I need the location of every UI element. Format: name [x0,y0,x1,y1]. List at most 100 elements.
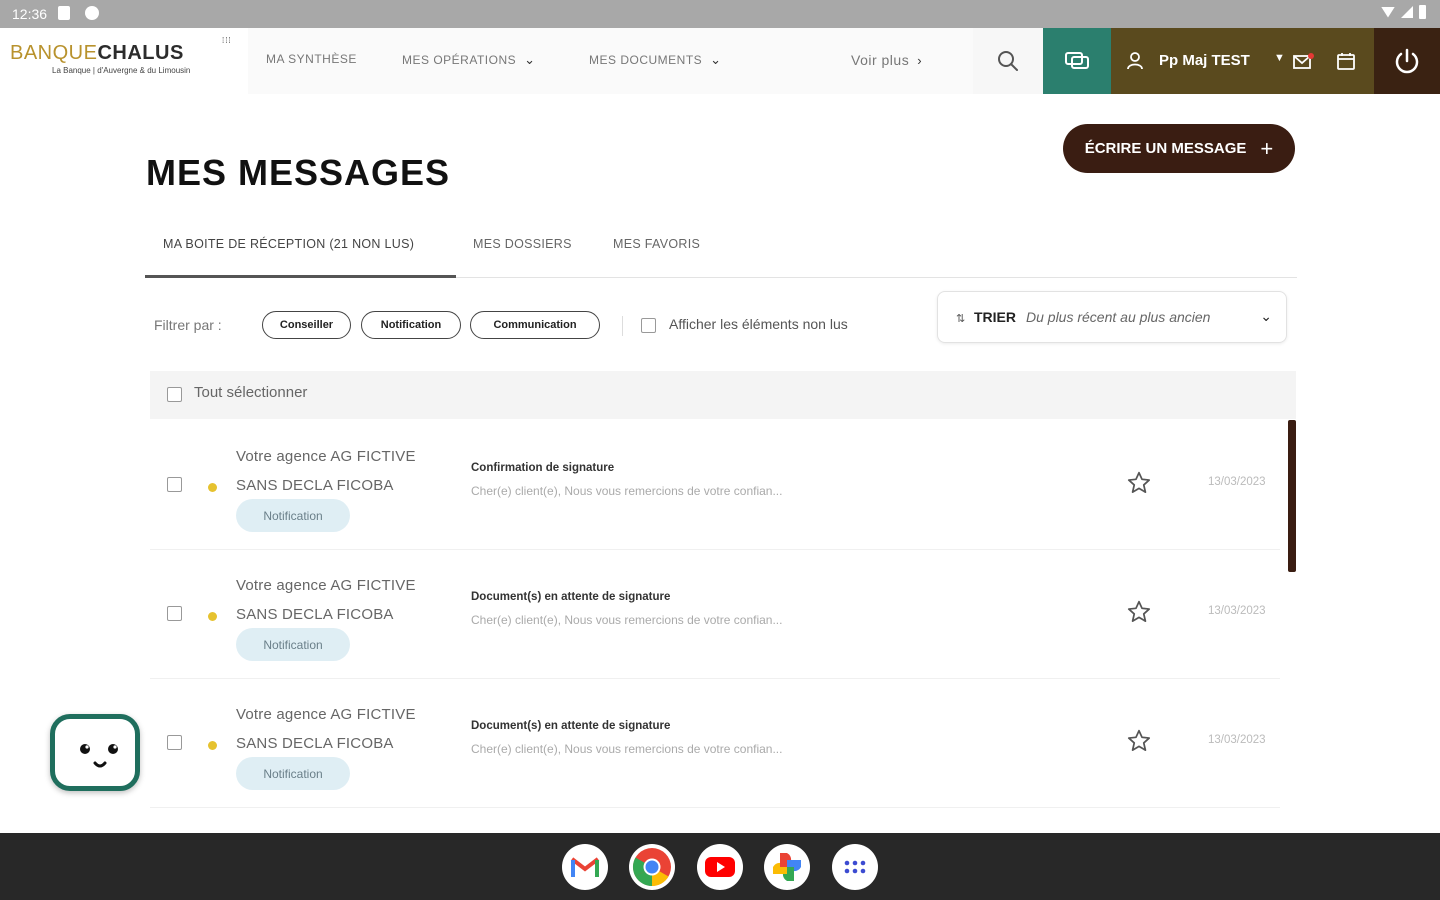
filter-label: Filtrer par : [154,317,222,333]
nav-documents[interactable]: MES DOCUMENTS ⌄ [589,52,722,68]
message-date: 13/03/2023 [1208,605,1266,617]
sd-card-icon [58,6,70,20]
write-message-button[interactable]: ÉCRIRE UN MESSAGE + [1063,124,1295,173]
message-checkbox[interactable] [167,606,182,621]
bank-logo[interactable]: BANQUECHALUS La Banque | d'Auvergne & du… [10,37,242,86]
nav-operations[interactable]: MES OPÉRATIONS ⌄ [402,52,536,68]
message-badge: Notification [236,499,350,532]
chevron-right-icon: › [917,52,923,68]
notification-icon [85,6,99,20]
photos-icon[interactable] [764,844,810,890]
nav-voir-plus[interactable]: Voir plus › [851,52,922,68]
mail-icon[interactable] [1293,52,1315,70]
unread-only-label: Afficher les éléments non lus [669,316,848,332]
status-icons [1381,5,1426,19]
message-checkbox[interactable] [167,477,182,492]
message-preview: Cher(e) client(e), Nous vous remercions … [471,742,783,756]
message-subject: Confirmation de signature [471,462,615,474]
gmail-icon[interactable] [562,844,608,890]
select-all-bar: Tout sélectionner [150,371,1296,419]
message-row[interactable]: Votre agence AG FICTIVE SANS DECLA FICOB… [150,549,1280,679]
message-row[interactable]: Votre agence AG FICTIVE SANS DECLA FICOB… [150,678,1280,808]
message-preview: Cher(e) client(e), Nous vous remercions … [471,484,783,498]
tab-favorites[interactable]: MES FAVORIS [613,237,700,251]
message-sender: Votre agence AG FICTIVE SANS DECLA FICOB… [236,700,456,758]
page-title: MES MESSAGES [146,152,451,193]
user-menu[interactable]: Pp Maj TEST ▼ [1111,28,1374,94]
sort-value: Du plus récent au plus ancien [1026,309,1211,325]
battery-icon [1419,5,1426,19]
chat-bubbles-icon [1065,52,1089,69]
star-icon[interactable] [1126,728,1152,754]
logo-chalus: CHALUS [97,42,184,64]
message-subject: Document(s) en attente de signature [471,720,671,732]
calendar-icon[interactable] [1337,52,1355,70]
sender-line2: SANS DECLA FICOBA [236,477,394,494]
sender-line1: Votre agence AG FICTIVE [236,577,416,594]
message-tabs: MA BOITE DE RÉCEPTION (21 NON LUS) MES D… [145,225,1297,278]
unread-dot [208,612,217,621]
list-scrollbar[interactable] [1288,420,1296,572]
plus-icon: + [1260,135,1274,161]
logo-dots-icon: ⁞⁞⁞ [222,36,232,45]
message-preview: Cher(e) client(e), Nous vous remercions … [471,613,783,627]
wifi-icon [1381,6,1395,18]
filter-divider [622,316,623,336]
unread-dot [208,483,217,492]
sender-line2: SANS DECLA FICOBA [236,735,394,752]
filter-chip-conseiller[interactable]: Conseiller [262,311,351,339]
signal-icon [1401,6,1413,18]
filter-chip-notification[interactable]: Notification [361,311,461,339]
unread-dot [208,741,217,750]
tab-folders[interactable]: MES DOSSIERS [473,237,572,251]
sort-select[interactable]: ⇅ TRIER Du plus récent au plus ancien ⌄ [937,291,1287,343]
messages-button[interactable] [1043,28,1111,94]
message-checkbox[interactable] [167,735,182,750]
star-icon[interactable] [1126,470,1152,496]
nav-voir-plus-label: Voir plus [851,52,910,68]
message-badge: Notification [236,757,350,790]
user-name: Pp Maj TEST [1159,52,1250,69]
nav-synthese[interactable]: MA SYNTHÈSE [266,52,357,66]
filter-chip-communication[interactable]: Communication [470,311,600,339]
star-icon[interactable] [1126,599,1152,625]
unread-only-checkbox[interactable] [641,318,656,333]
message-badge: Notification [236,628,350,661]
message-row[interactable]: Votre agence AG FICTIVE SANS DECLA FICOB… [150,420,1280,550]
app-header: BANQUECHALUS La Banque | d'Auvergne & du… [0,28,1440,94]
active-tab-indicator [145,275,456,278]
tab-inbox[interactable]: MA BOITE DE RÉCEPTION (21 NON LUS) [163,237,414,251]
nav-documents-label: MES DOCUMENTS [589,53,703,67]
search-button[interactable] [973,28,1043,94]
status-time: 12:36 [12,6,48,22]
sort-label: TRIER [974,309,1016,325]
chrome-icon[interactable] [629,844,675,890]
app-drawer-icon[interactable] [832,844,878,890]
nav-synthese-label: MA SYNTHÈSE [266,52,357,66]
logo-banque: BANQUE [10,42,98,64]
android-taskbar [0,833,1440,900]
select-all-label: Tout sélectionner [194,384,308,401]
search-icon [998,51,1018,71]
logout-button[interactable] [1374,28,1440,94]
user-icon [1127,52,1143,70]
message-date: 13/03/2023 [1208,734,1266,746]
status-bar: 12:36 [0,0,1440,28]
write-message-label: ÉCRIRE UN MESSAGE [1084,140,1247,157]
nav-operations-label: MES OPÉRATIONS [402,53,517,67]
sender-line2: SANS DECLA FICOBA [236,606,394,623]
power-icon [1395,48,1419,74]
youtube-icon[interactable] [697,844,743,890]
chevron-down-icon: ⌄ [1260,308,1272,324]
message-date: 13/03/2023 [1208,476,1266,488]
message-subject: Document(s) en attente de signature [471,591,671,603]
caret-down-icon: ▼ [1274,52,1285,64]
chevron-down-icon: ⌄ [524,52,536,67]
select-all-checkbox[interactable] [167,387,182,402]
chatbot-button[interactable] [50,714,140,791]
message-sender: Votre agence AG FICTIVE SANS DECLA FICOB… [236,571,456,629]
chevron-down-icon: ⌄ [710,52,722,67]
main-nav: MA SYNTHÈSE MES OPÉRATIONS ⌄ MES DOCUMEN… [248,28,973,94]
logo-tagline: La Banque | d'Auvergne & du Limousin [52,66,191,75]
message-sender: Votre agence AG FICTIVE SANS DECLA FICOB… [236,442,456,500]
